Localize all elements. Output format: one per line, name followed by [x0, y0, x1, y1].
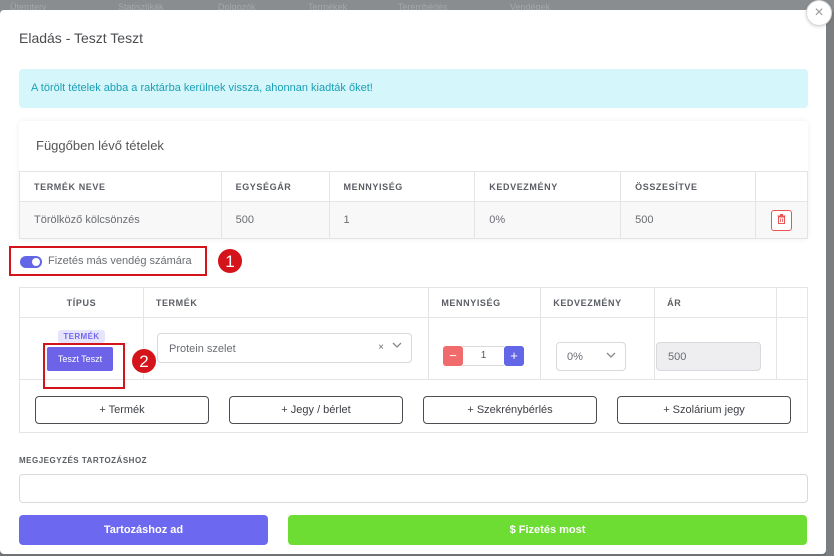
add-to-debt-button[interactable]: Tartozáshoz ad [19, 515, 268, 545]
trash-icon [777, 213, 786, 224]
quantity-increase-button[interactable]: + [504, 346, 524, 366]
guest-payment-toggle[interactable] [20, 256, 42, 268]
column-header: MENNYISÉG [328, 171, 476, 202]
column-header: MENNYISÉG [428, 287, 542, 318]
discount-select-value: 0% [567, 351, 583, 363]
add-locker-rental-button[interactable]: + Szekrénybérlés [423, 396, 597, 424]
quantity-input[interactable]: 1 [463, 346, 504, 366]
table-header-row: TERMÉK NEVE EGYSÉGÁR MENNYISÉG KEDVEZMÉN… [19, 171, 809, 202]
clear-icon[interactable]: × [378, 342, 384, 353]
column-header [754, 171, 809, 202]
column-header: TERMÉK [142, 287, 430, 318]
pending-items-title: Függőben lévő tételek [36, 138, 164, 153]
cell-discount: 0% [474, 201, 622, 239]
cell-actions [754, 201, 809, 239]
product-select-value: Protein szelet [169, 343, 236, 355]
pending-items-table: TERMÉK NEVE EGYSÉGÁR MENNYISÉG KEDVEZMÉN… [19, 171, 809, 239]
debt-note-label: MEGJEGYZÉS TARTOZÁSHOZ [19, 456, 148, 465]
cell-empty [775, 317, 809, 380]
column-header: KEDVEZMÉNY [540, 287, 656, 318]
guest-select-button[interactable]: Teszt Teszt [47, 347, 113, 371]
add-solarium-ticket-button[interactable]: + Szolárium jegy [617, 396, 791, 424]
add-ticket-button[interactable]: + Jegy / bérlet [229, 396, 403, 424]
cell-quantity: 1 [328, 201, 476, 239]
discount-select[interactable]: 0% [556, 342, 626, 371]
close-icon[interactable]: × [806, 0, 832, 26]
background-edge [826, 12, 834, 556]
quantity-decrease-button[interactable]: − [443, 346, 463, 366]
cell-total: 500 [620, 201, 756, 239]
pay-now-button[interactable]: $ Fizetés most [288, 515, 807, 545]
cell-product-name: Törölköző kölcsönzés [19, 201, 222, 239]
column-header: TÍPUS [19, 287, 144, 318]
info-alert: A törölt tételek abba a raktárba kerülne… [19, 69, 808, 108]
chevron-down-icon [606, 350, 616, 363]
table-header-row: TÍPUS TERMÉK MENNYISÉG KEDVEZMÉNY ÁR [19, 287, 809, 318]
price-field: 500 [656, 342, 761, 371]
column-header: EGYSÉGÁR [220, 171, 330, 202]
modal-title: Eladás - Teszt Teszt [19, 30, 143, 46]
column-header: KEDVEZMÉNY [474, 171, 622, 202]
column-header: ÖSSZESÍTVE [620, 171, 756, 202]
column-header: TERMÉK NEVE [19, 171, 222, 202]
guest-payment-label: Fizetés más vendég számára [48, 255, 192, 267]
pending-items-card: Függőben lévő tételek TERMÉK NEVE EGYSÉG… [19, 121, 809, 239]
cell-unit-price: 500 [220, 201, 330, 239]
sale-modal: Eladás - Teszt Teszt A törölt tételek ab… [0, 10, 826, 554]
type-badge: TERMÉK [58, 330, 105, 343]
debt-note-input[interactable] [19, 474, 808, 503]
table-row: Törölköző kölcsönzés 500 1 0% 500 [19, 201, 809, 239]
product-select[interactable]: Protein szelet × [157, 333, 412, 363]
column-header [775, 287, 809, 318]
delete-item-button[interactable] [770, 209, 792, 231]
column-header: ÁR [654, 287, 777, 318]
chevron-down-icon [392, 340, 402, 353]
annotation-badge-1: 1 [217, 248, 243, 274]
annotation-badge-2: 2 [131, 348, 157, 374]
guest-payment-toggle-row: Fizetés más vendég számára [9, 246, 207, 276]
add-product-button[interactable]: + Termék [35, 396, 209, 424]
